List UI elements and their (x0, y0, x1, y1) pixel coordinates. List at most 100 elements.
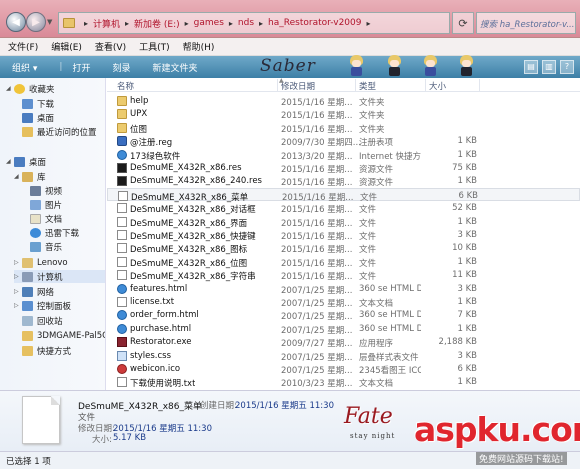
column-name[interactable]: 名称 (117, 80, 134, 92)
sidebar-item-videos[interactable]: 视频 (30, 184, 62, 197)
back-button[interactable]: ◀ (6, 12, 26, 32)
file-type: 文件夹 (359, 98, 385, 108)
column-divider[interactable] (425, 79, 426, 91)
file-type: Internet 快捷方式 (359, 151, 421, 162)
column-size[interactable]: 大小 (429, 80, 446, 92)
file-row[interactable]: DeSmuME_X432R_x86_对话框 2015/1/16 星期... 文件 52… (107, 201, 580, 215)
saber-logo: Saber (260, 56, 316, 76)
sidebar-label: 图片 (45, 200, 63, 211)
file-row[interactable]: DeSmuME_X432R_x86_位图 2015/1/16 星期... 文件 1 K… (107, 255, 580, 269)
desktop-icon (22, 112, 33, 123)
chevron-right-icon[interactable]: ▸ (367, 19, 371, 28)
breadcrumb-current[interactable]: ha_Restorator-v2009 (268, 18, 361, 28)
expand-triangle-icon[interactable]: ◢ (6, 85, 14, 92)
doc-file-icon (117, 216, 127, 227)
file-type: 资源文件 (359, 165, 394, 175)
sidebar-item-computer[interactable]: ▷ 计算机 (14, 270, 105, 283)
address-bar: ◀ ▶ ▼ ▸ 计算机 ▸ 新加卷 (E:) ▸ games ▸ nds ▸ h… (0, 0, 580, 38)
file-row[interactable]: 173绿色软件 2013/3/20 星期... Internet 快捷方式 1 KB (107, 148, 580, 162)
sidebar-item-desktop[interactable]: ◢ 桌面 (6, 155, 46, 168)
file-row[interactable]: webicon.ico 2007/1/25 星期... 2345看图王 ICO ..… (107, 362, 580, 376)
file-list: help 2015/1/16 星期... 文件夹 UPX 2015/1/16 星期...… (107, 94, 580, 390)
file-row[interactable]: order_form.html 2007/1/25 星期... 360 se HTM… (107, 308, 580, 322)
file-row[interactable]: @注册.reg 2009/7/30 星期四... 注册表项 1 KB (107, 134, 580, 148)
file-row[interactable]: DeSmuME_X432R_x86_字符串 2015/1/16 星期... 文件 11… (107, 268, 580, 282)
file-row[interactable]: help 2015/1/16 星期... 文件夹 (107, 94, 580, 108)
column-type[interactable]: 类型 (359, 80, 376, 92)
change-view-button[interactable]: ▤ (524, 60, 538, 74)
sidebar-item-lenovo[interactable]: ▷ Lenovo (14, 256, 68, 269)
chevron-right-icon[interactable]: ▸ (185, 19, 189, 28)
sidebar-item-downloads[interactable]: 下载 (22, 97, 54, 110)
search-input[interactable]: 搜索 ha_Restorator-v... (476, 12, 576, 34)
sidebar-item-music[interactable]: 音乐 (30, 240, 62, 253)
breadcrumb-drive[interactable]: 新加卷 (E:) (134, 17, 180, 30)
file-size: 6 KB (458, 190, 478, 201)
open-button[interactable]: 打开 (72, 61, 90, 74)
sidebar-item-favorites[interactable]: ◢ 收藏夹 (6, 82, 55, 95)
breadcrumb-nds[interactable]: nds (238, 18, 254, 28)
file-row[interactable]: purchase.html 2007/1/25 星期... 360 se HTML … (107, 322, 580, 336)
expand-triangle-icon[interactable]: ◢ (14, 173, 22, 180)
new-folder-button[interactable]: 新建文件夹 (152, 61, 197, 74)
sidebar-item-documents[interactable]: 文档 (30, 212, 62, 225)
file-date: 2015/1/16 星期... (281, 218, 353, 229)
menu-edit[interactable]: 编辑(E) (51, 40, 82, 53)
sidebar-item-shortcuts[interactable]: 快捷方式 (22, 344, 71, 357)
column-divider[interactable] (277, 79, 278, 91)
breadcrumb[interactable]: ▸ 计算机 ▸ 新加卷 (E:) ▸ games ▸ nds ▸ ha_Rest… (58, 12, 450, 34)
chevron-right-icon[interactable]: ▸ (229, 19, 233, 28)
file-row[interactable]: DeSmuME_X432R_x86_界面 2015/1/16 星期... 文件 1 K… (107, 215, 580, 229)
menu-help[interactable]: 帮助(H) (183, 40, 215, 53)
file-size: 7 KB (457, 310, 477, 321)
column-divider[interactable] (355, 79, 356, 91)
breadcrumb-games[interactable]: games (194, 18, 224, 28)
doc-file-icon (117, 270, 127, 281)
expand-triangle-icon[interactable]: ▷ (14, 302, 22, 309)
preview-pane-button[interactable]: ▥ (542, 60, 556, 74)
file-row[interactable]: features.html 2007/1/25 星期... 360 se HTML … (107, 282, 580, 296)
sidebar-item-pictures[interactable]: 图片 (30, 198, 62, 211)
file-row[interactable]: UPX 2015/1/16 星期... 文件夹 (107, 107, 580, 121)
menu-tools[interactable]: 工具(T) (139, 40, 170, 53)
menu-file[interactable]: 文件(F) (8, 40, 38, 53)
refresh-button[interactable]: ⟳ (452, 12, 474, 34)
file-row[interactable]: styles.css 2007/1/25 星期... 层叠样式表文件 3 KB (107, 349, 580, 363)
chevron-right-icon[interactable]: ▸ (259, 19, 263, 28)
column-date[interactable]: 修改日期 (281, 80, 315, 92)
recent-pages-dropdown[interactable]: ▼ (47, 18, 52, 26)
file-row[interactable]: DeSmuME_X432R_x86_图标 2015/1/16 星期... 文件 10 … (107, 241, 580, 255)
sidebar-item-library[interactable]: ◢ 库 (14, 170, 46, 183)
sidebar-item-network[interactable]: ▷ 网络 (14, 285, 54, 298)
sidebar-item-3dmgame[interactable]: 3DMGAME-Pal5Q/ (22, 329, 105, 342)
forward-button[interactable]: ▶ (26, 12, 46, 32)
organize-button[interactable]: 组织 ▾ (12, 61, 37, 74)
file-row[interactable]: DeSmuME_X432R_x86.res 2015/1/16 星期... 资源文件… (107, 161, 580, 175)
help-button[interactable]: ? (560, 60, 574, 74)
expand-triangle-icon[interactable]: ▷ (14, 259, 22, 266)
recycle-bin-icon (22, 315, 33, 326)
sidebar-item-desktop-fav[interactable]: 桌面 (22, 111, 54, 124)
file-date: 2007/1/25 星期... (281, 325, 353, 336)
column-divider[interactable] (479, 79, 480, 91)
chevron-right-icon[interactable]: ▸ (84, 19, 88, 28)
sidebar-label: 桌面 (29, 157, 47, 168)
sidebar-item-control-panel[interactable]: ▷ 控制面板 (14, 299, 71, 312)
file-row[interactable]: DeSmuME_X432R_x86_菜单 2015/1/16 星期... 文件 6 K… (107, 187, 580, 203)
file-row[interactable]: 下载使用说明.txt 2010/3/23 星期... 文本文档 1 KB (107, 375, 580, 389)
expand-triangle-icon[interactable]: ◢ (6, 158, 14, 165)
expand-triangle-icon[interactable]: ▷ (14, 273, 22, 280)
file-row[interactable]: 位图 2015/1/16 星期... 文件夹 (107, 121, 580, 135)
burn-button[interactable]: 刻录 (112, 61, 130, 74)
file-row[interactable]: license.txt 2007/1/25 星期... 文本文档 1 KB (107, 295, 580, 309)
expand-triangle-icon[interactable]: ▷ (14, 288, 22, 295)
menu-view[interactable]: 查看(V) (95, 40, 126, 53)
file-row[interactable]: DeSmuME_X432R_x86_240.res 2015/1/16 星期...… (107, 174, 580, 188)
sidebar-item-recent[interactable]: 最近访问的位置 (22, 125, 97, 138)
sidebar-item-thunder[interactable]: 迅雷下载 (30, 226, 79, 239)
file-row[interactable]: Restorator.exe 2009/7/27 星期... 应用程序 2,188 K… (107, 335, 580, 349)
chevron-right-icon[interactable]: ▸ (125, 19, 129, 28)
breadcrumb-computer[interactable]: 计算机 (93, 17, 120, 30)
sidebar-item-recycle[interactable]: 回收站 (22, 314, 63, 327)
file-row[interactable]: DeSmuME_X432R_x86_快捷键 2015/1/16 星期... 文件 3 … (107, 228, 580, 242)
